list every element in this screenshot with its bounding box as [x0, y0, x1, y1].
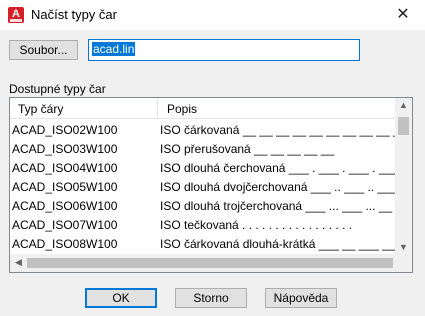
scroll-left-icon[interactable]: ◀ [10, 257, 27, 268]
vertical-scrollbar[interactable]: ▲ ▼ [395, 98, 412, 254]
linetype-description: ISO čárkovaná dlouhá-krátká ___ __ ___ _… [160, 237, 413, 251]
list-row[interactable]: ACAD_ISO06W100 ISO dlouhá trojčerchovaná … [10, 197, 396, 216]
ok-button-label: OK [112, 291, 130, 305]
list-row[interactable]: ACAD_ISO05W100 ISO dlouhá dvojčerchovaná … [10, 178, 398, 197]
available-linetypes-label: Dostupné typy čar [9, 82, 106, 96]
scroll-up-icon[interactable]: ▲ [395, 100, 412, 110]
horizontal-scrollbar[interactable]: ◀ ▶ [10, 254, 412, 272]
scroll-down-icon[interactable]: ▼ [395, 242, 412, 252]
help-button[interactable]: Nápověda [265, 288, 337, 308]
file-name-value: acad.lin [92, 42, 136, 56]
linetype-description: ISO přerušovaná __ __ __ __ __ [160, 142, 335, 156]
linetype-description: ISO tečkovaná . . . . . . . . . . . . . … [160, 218, 353, 232]
cancel-button[interactable]: Storno [175, 288, 247, 308]
list-row[interactable]: ACAD_ISO02W100 ISO čárkovaná __ __ __ __ … [10, 121, 406, 140]
column-header-description[interactable]: Popis [167, 102, 197, 116]
close-button[interactable]: ✕ [385, 2, 421, 28]
app-icon-underline [10, 19, 22, 22]
linetype-name: ACAD_ISO06W100 [12, 199, 118, 213]
window-title: Načíst typy čar [31, 7, 117, 22]
linetype-list[interactable]: Typ čáry Popis ACAD_ISO02W100 ISO čárkova… [9, 97, 413, 273]
ok-button[interactable]: OK [85, 288, 157, 308]
file-button-label: Soubor... [19, 43, 68, 57]
column-separator[interactable] [157, 98, 158, 118]
linetype-name: ACAD_ISO03W100 [12, 142, 118, 156]
linetype-description: ISO čárkovaná __ __ __ __ __ __ __ __ __… [160, 123, 407, 137]
vertical-scroll-thumb[interactable] [398, 117, 409, 135]
linetype-description: ISO dlouhá dvojčerchovaná ___ .. ___ .. … [160, 180, 398, 194]
list-row[interactable]: ACAD_ISO08W100 ISO čárkovaná dlouhá-krátk… [10, 235, 412, 254]
column-header-linetype[interactable]: Typ čáry [18, 102, 63, 116]
list-rows: ACAD_ISO02W100 ISO čárkovaná __ __ __ __ … [10, 121, 412, 254]
autocad-app-icon: A [8, 7, 24, 23]
list-row[interactable]: ACAD_ISO07W100 ISO tečkovaná . . . . . . … [10, 216, 396, 235]
title-bar: A Načíst typy čar ✕ [0, 0, 425, 30]
linetype-name: ACAD_ISO08W100 [12, 237, 118, 251]
linetype-name: ACAD_ISO02W100 [12, 123, 118, 137]
linetype-name: ACAD_ISO04W100 [12, 161, 118, 175]
file-name-input[interactable]: acad.lin [88, 39, 360, 61]
horizontal-scroll-thumb[interactable] [27, 258, 393, 268]
list-row[interactable]: ACAD_ISO03W100 ISO přerušovaná __ __ __ _… [10, 140, 396, 159]
linetype-description: ISO dlouhá čerchovaná ___ . ___ . ___ . … [160, 161, 399, 175]
close-icon: ✕ [396, 6, 410, 23]
help-button-label: Nápověda [273, 291, 329, 305]
cancel-button-label: Storno [193, 291, 229, 305]
linetype-name: ACAD_ISO05W100 [12, 180, 118, 194]
scrollbar-corner [395, 254, 412, 272]
list-header: Typ čáry Popis [10, 98, 396, 119]
linetype-name: ACAD_ISO07W100 [12, 218, 118, 232]
file-button[interactable]: Soubor... [9, 40, 78, 60]
list-row[interactable]: ACAD_ISO04W100 ISO dlouhá čerchovaná ___ … [10, 159, 399, 178]
linetype-description: ISO dlouhá trojčerchovaná ___ ... ___ ..… [160, 199, 393, 213]
